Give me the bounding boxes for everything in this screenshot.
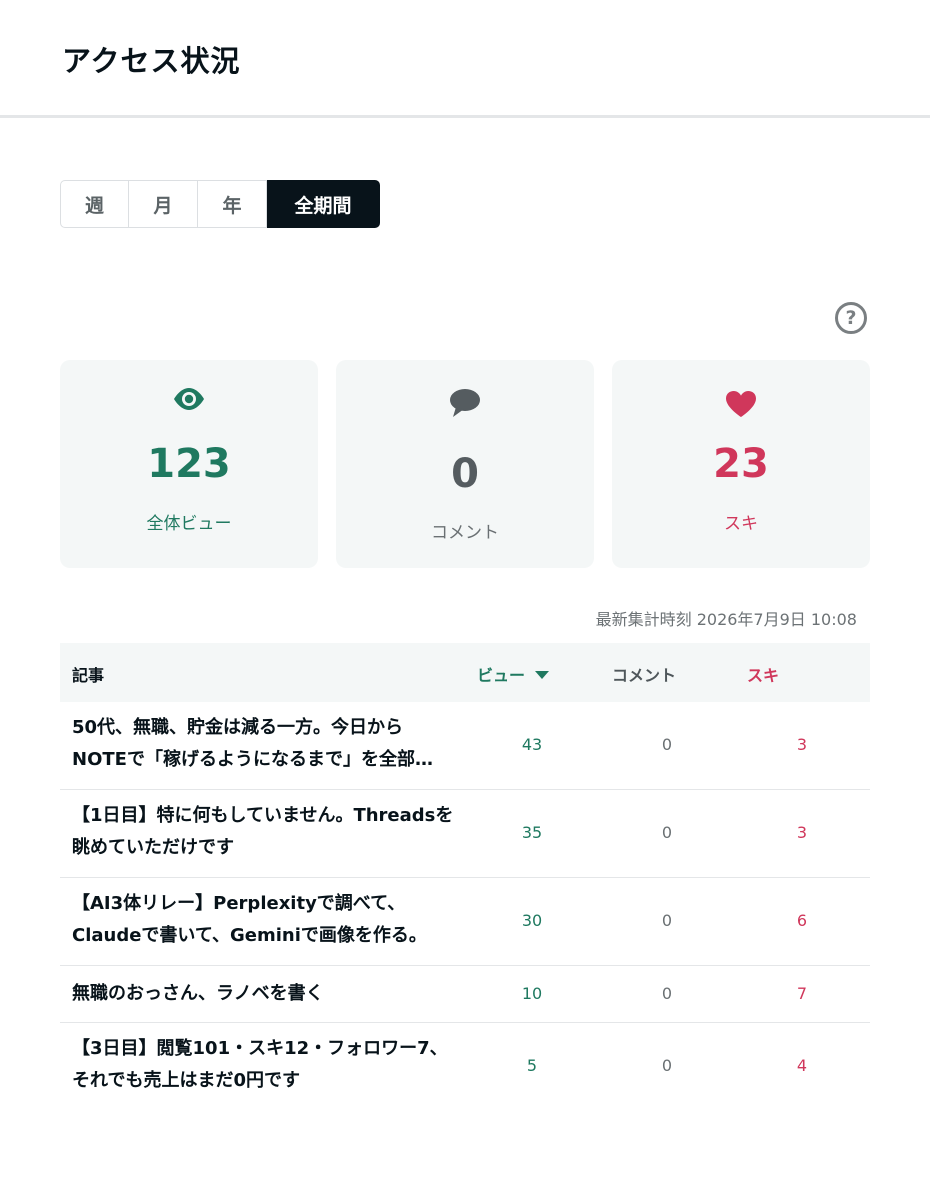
- page-title: アクセス状況: [62, 44, 241, 78]
- tab-week[interactable]: 週: [60, 180, 129, 228]
- views-label: 全体ビュー: [146, 514, 232, 534]
- stats-cards: 123 全体ビュー 0 コメント 23 スキ: [60, 360, 870, 568]
- eye-icon: [60, 387, 318, 411]
- row-likes: 7: [796, 984, 808, 1003]
- table-row: 無職のおっさん、ラノベを書く 10 0 7: [60, 966, 870, 1023]
- article-title[interactable]: 【3日目】閲覧101・スキ12・フォロワー7、それでも売上はまだ0円です: [72, 1033, 454, 1097]
- sort-desc-icon: [535, 671, 550, 679]
- column-likes-sort[interactable]: スキ: [747, 662, 779, 686]
- table-row: 50代、無職、貯金は減る一方。今日からNOTEで「稼げるようになるまで」を全部……: [60, 702, 870, 790]
- table-header: 記事 ビュー コメント スキ: [60, 643, 870, 702]
- header: アクセス状況: [0, 0, 930, 118]
- row-views: 43: [521, 735, 543, 754]
- column-article: 記事: [72, 666, 105, 685]
- row-comments: 0: [661, 735, 673, 754]
- tab-all-time[interactable]: 全期間: [267, 180, 380, 228]
- row-likes: 4: [796, 1056, 808, 1075]
- comments-label: コメント: [431, 523, 499, 543]
- views-card: 123 全体ビュー: [60, 360, 318, 568]
- comments-card: 0 コメント: [336, 360, 594, 568]
- likes-label: スキ: [724, 514, 758, 534]
- likes-card: 23 スキ: [612, 360, 870, 568]
- heart-icon: [612, 390, 870, 418]
- row-views: 30: [521, 911, 543, 930]
- views-count: 123: [147, 441, 231, 487]
- column-views-sort[interactable]: ビュー: [477, 662, 550, 686]
- row-views: 35: [521, 823, 543, 842]
- column-comments-sort[interactable]: コメント: [612, 662, 676, 686]
- row-likes: 3: [796, 823, 808, 842]
- table-row: 【AI3体リレー】Perplexityで調べて、Claudeで書いて、Gemin…: [60, 878, 870, 966]
- period-tabs: 週 月 年 全期間: [60, 180, 380, 228]
- row-comments: 0: [661, 911, 673, 930]
- articles-table: 記事 ビュー コメント スキ 50代、無職、貯金は減る一方。今日からNOTEで「…: [60, 643, 870, 1111]
- tab-year[interactable]: 年: [198, 180, 267, 228]
- row-views: 5: [526, 1056, 538, 1075]
- row-comments: 0: [661, 984, 673, 1003]
- last-updated: 最新集計時刻 2026年7月9日 10:08: [595, 610, 857, 629]
- help-icon[interactable]: ?: [835, 302, 867, 334]
- article-title[interactable]: 無職のおっさん、ラノベを書く: [72, 978, 454, 1010]
- article-title[interactable]: 【1日目】特に何もしていません。Threadsを眺めていただけです: [72, 800, 454, 864]
- comment-icon: [336, 388, 594, 418]
- column-views-label: ビュー: [477, 666, 526, 685]
- table-row: 【1日目】特に何もしていません。Threadsを眺めていただけです 35 0 3: [60, 790, 870, 878]
- table-row: 【3日目】閲覧101・スキ12・フォロワー7、それでも売上はまだ0円です 5 0…: [60, 1023, 870, 1111]
- article-title[interactable]: 【AI3体リレー】Perplexityで調べて、Claudeで書いて、Gemin…: [72, 888, 454, 952]
- tab-month[interactable]: 月: [129, 180, 198, 228]
- likes-count: 23: [713, 441, 769, 487]
- row-comments: 0: [661, 1056, 673, 1075]
- article-title[interactable]: 50代、無職、貯金は減る一方。今日からNOTEで「稼げるようになるまで」を全部…: [72, 712, 454, 776]
- row-likes: 3: [796, 735, 808, 754]
- row-views: 10: [521, 984, 543, 1003]
- comments-count: 0: [451, 451, 479, 497]
- row-likes: 6: [796, 911, 808, 930]
- row-comments: 0: [661, 823, 673, 842]
